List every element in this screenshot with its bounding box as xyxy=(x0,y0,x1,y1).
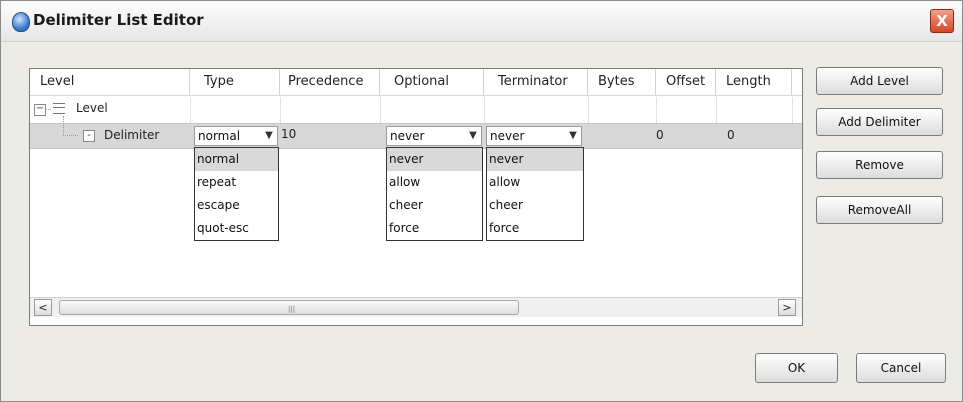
delimiter-table: Level Type Precedence Optional Terminato… xyxy=(29,68,803,326)
terminator-option-allow[interactable]: allow xyxy=(487,171,583,194)
type-option-escape[interactable]: escape xyxy=(195,194,278,217)
column-header-type[interactable]: Type xyxy=(190,69,280,95)
type-option-normal[interactable]: normal xyxy=(195,148,278,171)
column-header-optional[interactable]: Optional xyxy=(380,69,484,95)
optional-dropdown-list: never allow cheer force xyxy=(386,147,483,241)
type-select[interactable]: normal ▼ xyxy=(194,126,278,146)
optional-option-cheer[interactable]: cheer xyxy=(387,194,482,217)
scroll-left-button[interactable]: < xyxy=(34,299,52,316)
column-header-length[interactable]: Length xyxy=(716,69,792,95)
table-header: Level Type Precedence Optional Terminato… xyxy=(30,69,802,96)
level-icon xyxy=(53,103,65,114)
horizontal-scrollbar[interactable]: < ||| > xyxy=(30,297,802,317)
scroll-thumb[interactable]: ||| xyxy=(59,300,519,315)
type-select-value: normal xyxy=(198,129,241,143)
scroll-right-button[interactable]: > xyxy=(778,299,796,316)
app-icon xyxy=(12,12,30,32)
add-level-button[interactable]: Add Level xyxy=(816,67,943,95)
terminator-option-never[interactable]: never xyxy=(487,148,583,171)
optional-select[interactable]: never ▼ xyxy=(386,126,482,146)
length-value[interactable]: 0 xyxy=(727,128,735,142)
delimiter-icon: - xyxy=(83,130,95,142)
type-dropdown-list: normal repeat escape quot-esc xyxy=(194,147,279,241)
offset-value[interactable]: 0 xyxy=(656,128,664,142)
terminator-select-value: never xyxy=(490,129,525,143)
grip-icon: ||| xyxy=(288,305,296,313)
optional-select-value: never xyxy=(390,129,425,143)
column-header-level[interactable]: Level xyxy=(30,69,190,95)
terminator-dropdown-list: never allow cheer force xyxy=(486,147,584,241)
type-option-quot-esc[interactable]: quot-esc xyxy=(195,217,278,240)
chevron-down-icon[interactable]: ▼ xyxy=(465,127,481,145)
terminator-option-cheer[interactable]: cheer xyxy=(487,194,583,217)
column-header-bytes[interactable]: Bytes xyxy=(588,69,656,95)
close-button[interactable]: X xyxy=(930,9,954,33)
collapse-icon[interactable]: − xyxy=(34,104,46,116)
column-header-terminator[interactable]: Terminator xyxy=(484,69,588,95)
level-label: Level xyxy=(76,101,108,115)
column-header-offset[interactable]: Offset xyxy=(656,69,716,95)
terminator-select[interactable]: never ▼ xyxy=(486,126,582,146)
optional-option-never[interactable]: never xyxy=(387,148,482,171)
precedence-value[interactable]: 10 xyxy=(281,127,296,141)
chevron-down-icon[interactable]: ▼ xyxy=(261,127,277,145)
remove-all-button[interactable]: RemoveAll xyxy=(816,196,943,224)
tree-row-level[interactable]: − Level xyxy=(30,97,802,121)
ok-button[interactable]: OK xyxy=(755,353,838,383)
terminator-option-force[interactable]: force xyxy=(487,217,583,240)
window-title: Delimiter List Editor xyxy=(33,11,204,29)
type-option-repeat[interactable]: repeat xyxy=(195,171,278,194)
column-header-precedence[interactable]: Precedence xyxy=(280,69,380,95)
dialog-window: Delimiter List Editor X Level Type Prece… xyxy=(0,0,963,402)
optional-option-force[interactable]: force xyxy=(387,217,482,240)
add-delimiter-button[interactable]: Add Delimiter xyxy=(816,108,943,136)
chevron-down-icon[interactable]: ▼ xyxy=(565,127,581,145)
tree-connector xyxy=(63,116,78,136)
remove-button[interactable]: Remove xyxy=(816,151,943,179)
optional-option-allow[interactable]: allow xyxy=(387,171,482,194)
title-bar[interactable]: Delimiter List Editor X xyxy=(1,1,962,42)
delimiter-label: Delimiter xyxy=(104,128,160,142)
tree-connector xyxy=(45,109,51,110)
cancel-button[interactable]: Cancel xyxy=(856,353,946,383)
